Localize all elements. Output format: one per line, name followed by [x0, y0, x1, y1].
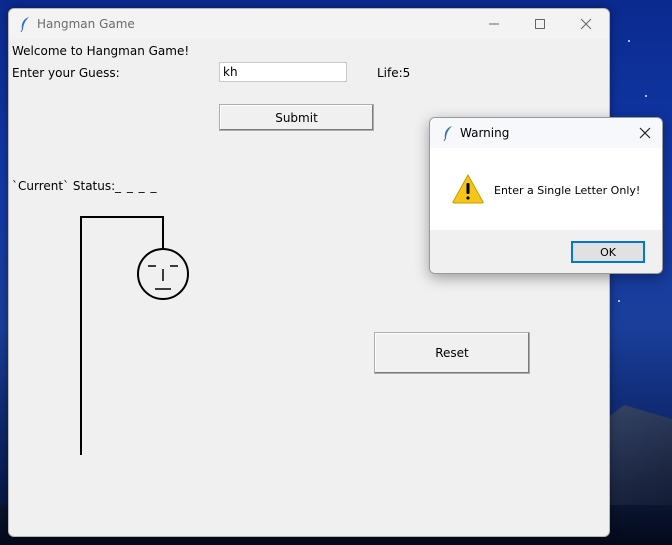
maximize-icon [535, 19, 545, 29]
star [618, 300, 620, 302]
maximize-button[interactable] [517, 9, 563, 39]
dialog-body: Enter a Single Letter Only! [430, 148, 662, 230]
submit-button[interactable]: Submit [219, 104, 374, 131]
dialog-title: Warning [460, 126, 510, 140]
close-button[interactable] [563, 9, 609, 39]
guess-label: Enter your Guess: [12, 66, 120, 80]
window-title: Hangman Game [37, 17, 135, 31]
minimize-icon [489, 23, 499, 25]
warning-dialog: Warning Enter a Single Letter Only! OK [429, 117, 663, 274]
star [645, 95, 647, 97]
star [628, 40, 630, 42]
status-value: _ _ _ _ [115, 179, 158, 193]
dialog-titlebar[interactable]: Warning [430, 118, 662, 148]
window-titlebar[interactable]: Hangman Game [9, 9, 609, 39]
dialog-footer: OK [430, 230, 662, 273]
life-label: Life:5 [377, 66, 411, 80]
minimize-button[interactable] [471, 9, 517, 39]
close-icon [580, 18, 592, 30]
dialog-close-button[interactable] [628, 118, 662, 148]
close-icon [639, 127, 651, 139]
dialog-message: Enter a Single Letter Only! [494, 184, 641, 197]
warning-icon [452, 173, 484, 207]
guess-input[interactable] [219, 62, 347, 82]
reset-button[interactable]: Reset [374, 332, 530, 374]
feather-icon [19, 16, 31, 35]
ok-button[interactable]: OK [571, 241, 645, 263]
hangman-drawing [69, 209, 209, 472]
feather-icon [442, 125, 454, 144]
welcome-label: Welcome to Hangman Game! [12, 44, 190, 58]
status-label: `Current` Status: [12, 179, 116, 193]
